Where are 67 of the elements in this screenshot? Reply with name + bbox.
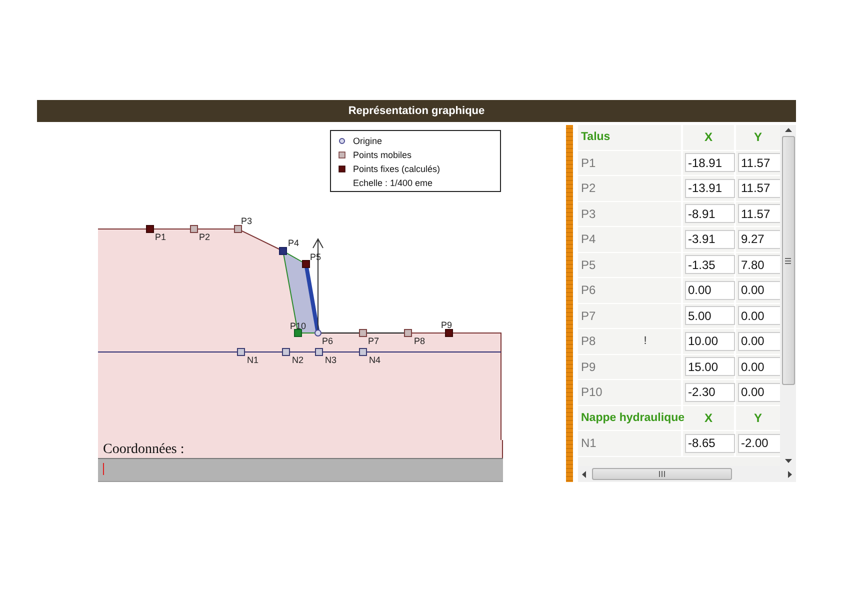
coordinates-field[interactable]	[98, 458, 503, 482]
x-input[interactable]: -8.91	[685, 204, 735, 224]
point-label: P6	[322, 336, 334, 346]
point-label: P1	[155, 232, 166, 242]
point-name: N1	[581, 436, 596, 450]
point-label: N3	[325, 355, 337, 365]
y-input[interactable]: 9.27	[738, 230, 780, 249]
legend-label: Points fixes (calculés)	[353, 164, 440, 174]
point-label: P2	[199, 232, 210, 242]
x-input[interactable]: -3.91	[685, 230, 735, 249]
point-name: P3	[581, 206, 596, 221]
x-input[interactable]: 5.00	[685, 306, 735, 326]
down-arrow-icon[interactable]	[784, 459, 792, 463]
x-input[interactable]: -1.35	[685, 255, 735, 274]
right-arrow-icon[interactable]	[788, 470, 792, 478]
x-input[interactable]: -2.30	[685, 382, 735, 402]
point-name: P5	[581, 258, 596, 272]
x-input[interactable]: -13.91	[685, 178, 735, 198]
point-label: P3	[241, 216, 252, 226]
panel-title: Représentation graphique	[348, 105, 485, 117]
horizontal-scrollbar[interactable]	[578, 466, 796, 482]
point-name: P2	[581, 181, 596, 196]
scroll-thumb[interactable]	[782, 136, 794, 385]
y-input[interactable]: -2.00	[738, 434, 780, 453]
point-name: P7	[581, 308, 596, 323]
x-input[interactable]: 10.00	[685, 332, 735, 351]
x-input[interactable]: -18.91	[685, 153, 735, 172]
y-input[interactable]: 11.57	[738, 178, 780, 198]
left-arrow-icon[interactable]	[582, 470, 586, 478]
point-label: N1	[247, 355, 259, 365]
point-name: P1	[581, 156, 596, 170]
y-input[interactable]: 0.00	[738, 382, 780, 402]
y-input[interactable]: 11.57	[738, 153, 780, 172]
y-input[interactable]: 0.00	[738, 306, 780, 326]
y-input[interactable]: 11.57	[738, 204, 780, 224]
legend-label: Points mobiles	[353, 150, 412, 160]
up-arrow-icon[interactable]	[784, 128, 792, 132]
legend-label: Echelle : 1/400 eme	[353, 178, 433, 188]
point-name: P6	[581, 283, 596, 298]
warning-mark: !	[644, 335, 647, 348]
grip-icon	[659, 471, 665, 477]
point-name: P8	[581, 334, 596, 348]
point-label: P7	[368, 336, 380, 346]
point-label: N2	[292, 355, 304, 365]
x-input[interactable]: -8.65	[685, 434, 735, 453]
scroll-thumb[interactable]	[592, 468, 732, 480]
coordinates-label: Coordonnées :	[103, 442, 184, 458]
x-input[interactable]: 15.00	[685, 357, 735, 376]
y-input[interactable]: 0.00	[738, 332, 780, 351]
point-label: P9	[441, 320, 452, 330]
x-input[interactable]: 0.00	[685, 280, 735, 300]
point-name: P9	[581, 360, 596, 374]
vertical-scrollbar[interactable]	[780, 125, 796, 466]
y-input[interactable]: 7.80	[738, 255, 780, 274]
legend-label: Origine	[353, 136, 382, 146]
point-label: N4	[369, 355, 381, 365]
y-input[interactable]: 0.00	[738, 357, 780, 376]
point-name: P4	[581, 232, 596, 246]
y-input[interactable]: 0.00	[738, 280, 780, 300]
column-heading: Y	[752, 410, 763, 427]
point-label: P8	[414, 336, 426, 346]
text-cursor	[103, 463, 104, 475]
point-label: P4	[288, 238, 300, 248]
point-name: P10	[581, 385, 602, 400]
grip-icon	[785, 258, 791, 264]
resize-handle[interactable]	[566, 125, 573, 482]
column-heading: Y	[752, 129, 763, 146]
